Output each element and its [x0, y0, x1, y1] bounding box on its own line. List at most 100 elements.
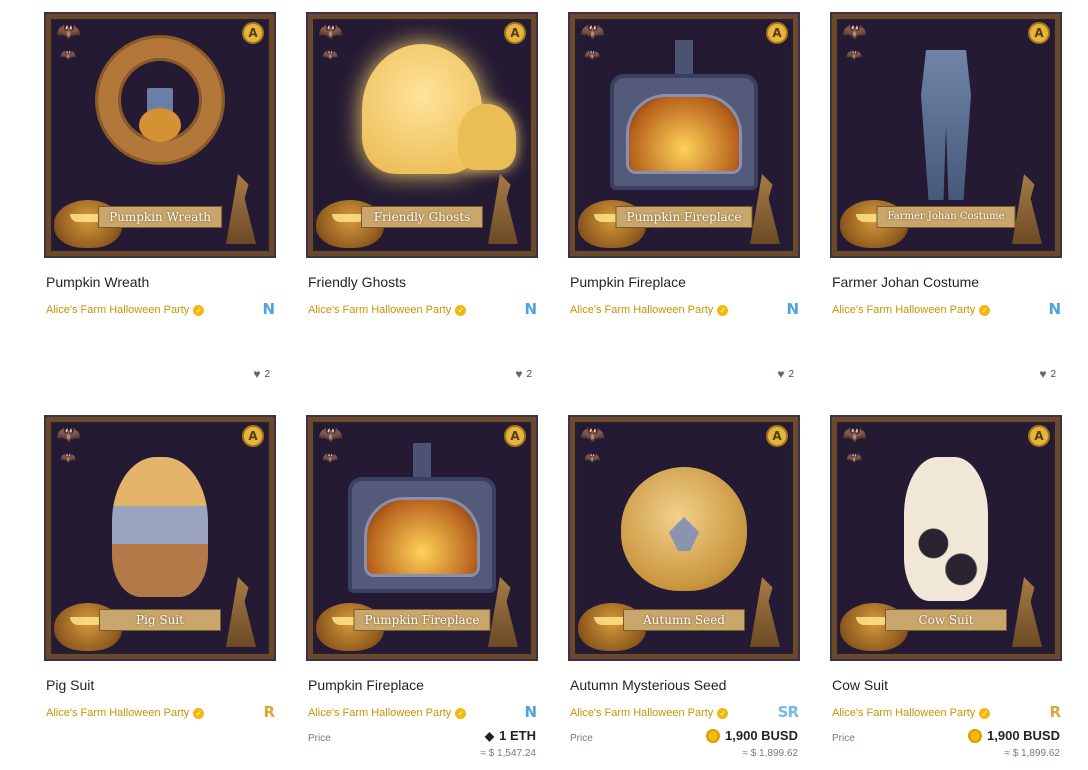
bat-icon: 🦇	[584, 450, 601, 465]
collection-link[interactable]: Alice's Farm Halloween Party ✓	[308, 304, 467, 316]
collection-name: Alice's Farm Halloween Party	[570, 707, 714, 719]
nft-card[interactable]: 🦇 🦇 A Pig Suit Pig Suit Alice's Farm Hal…	[44, 415, 276, 721]
heart-icon: ♥	[777, 367, 785, 381]
like-button[interactable]: ♥ 2	[1039, 368, 1056, 380]
collection-link[interactable]: Alice's Farm Halloween Party ✓	[832, 304, 991, 316]
nft-title[interactable]: Pumpkin Wreath	[46, 274, 149, 290]
like-count: 2	[526, 368, 532, 380]
bat-icon: 🦇	[322, 450, 339, 465]
nft-title[interactable]: Farmer Johan Costume	[832, 274, 979, 290]
price-label: Price	[570, 733, 593, 744]
price-fiat: ≈ $ 1,547.24	[480, 748, 536, 759]
busd-icon	[706, 728, 721, 743]
nft-card[interactable]: 🦇 🦇 A Farmer Johan Costume Farmer Johan …	[830, 12, 1062, 380]
bat-icon: 🦇	[846, 47, 863, 62]
like-button[interactable]: ♥ 2	[515, 368, 532, 380]
bat-icon: 🦇	[842, 21, 867, 43]
price-amount: 1,900 BUSD	[725, 728, 798, 743]
collection-link[interactable]: Alice's Farm Halloween Party ✓	[308, 707, 467, 719]
heart-icon: ♥	[253, 367, 261, 381]
witch-illustration	[226, 174, 256, 244]
nft-artwork[interactable]: 🦇 🦇 A Autumn Seed	[568, 415, 800, 661]
price-fiat: ≈ $ 1,899.62	[1004, 748, 1060, 759]
nft-card[interactable]: 🦇 🦇 A Pumpkin Wreath Pumpkin Wreath Alic…	[44, 12, 276, 380]
nft-title[interactable]: Friendly Ghosts	[308, 274, 406, 290]
price-label: Price	[832, 733, 855, 744]
nft-artwork[interactable]: 🦇 🦇 A Farmer Johan Costume	[830, 12, 1062, 258]
collection-name: Alice's Farm Halloween Party	[570, 304, 714, 316]
bat-icon: 🦇	[846, 450, 863, 465]
nft-title[interactable]: Autumn Mysterious Seed	[570, 677, 726, 693]
bat-icon: 🦇	[60, 450, 77, 465]
collection-link[interactable]: Alice's Farm Halloween Party ✓	[832, 707, 991, 719]
nft-artwork[interactable]: 🦇 🦇 A Cow Suit	[830, 415, 1062, 661]
rarity-badge: N	[1048, 300, 1061, 318]
artwork-banner: Friendly Ghosts	[361, 206, 483, 228]
bat-icon: 🦇	[60, 47, 77, 62]
rarity-badge: SR	[777, 703, 799, 721]
like-button[interactable]: ♥ 2	[777, 368, 794, 380]
collection-name: Alice's Farm Halloween Party	[46, 304, 190, 316]
alice-coin-icon: A	[1028, 22, 1050, 44]
witch-illustration	[750, 577, 780, 647]
bat-icon: 🦇	[842, 424, 867, 446]
artwork-banner: Farmer Johan Costume	[876, 206, 1016, 228]
nft-title[interactable]: Pumpkin Fireplace	[570, 274, 686, 290]
alice-coin-icon: A	[1028, 425, 1050, 447]
like-count: 2	[788, 368, 794, 380]
nft-title[interactable]: Pig Suit	[46, 677, 94, 693]
fire-illustration	[626, 94, 742, 174]
nft-artwork[interactable]: 🦇 🦇 A Pumpkin Fireplace	[306, 415, 538, 661]
price-fiat: ≈ $ 1,899.62	[742, 748, 798, 759]
verified-badge-icon: ✓	[717, 304, 729, 316]
nft-card[interactable]: 🦇 🦇 A Pumpkin Fireplace Pumpkin Fireplac…	[306, 415, 538, 759]
nft-artwork[interactable]: 🦇 🦇 A Friendly Ghosts	[306, 12, 538, 258]
collection-name: Alice's Farm Halloween Party	[832, 304, 976, 316]
verified-badge-icon: ✓	[717, 707, 729, 719]
alice-coin-icon: A	[242, 425, 264, 447]
verified-badge-icon: ✓	[193, 304, 205, 316]
rarity-badge: N	[786, 300, 799, 318]
collection-link[interactable]: Alice's Farm Halloween Party ✓	[46, 707, 205, 719]
bat-icon: 🦇	[56, 21, 81, 43]
collection-name: Alice's Farm Halloween Party	[308, 304, 452, 316]
alice-coin-icon: A	[766, 425, 788, 447]
nft-card[interactable]: 🦇 🦇 A Pumpkin Fireplace Pumpkin Fireplac…	[568, 12, 800, 380]
stove-pipe-illustration	[413, 443, 431, 481]
alice-coin-icon: A	[766, 22, 788, 44]
collection-link[interactable]: Alice's Farm Halloween Party ✓	[46, 304, 205, 316]
collection-name: Alice's Farm Halloween Party	[46, 707, 190, 719]
nft-card[interactable]: 🦇 🦇 A Autumn Seed Autumn Mysterious Seed…	[568, 415, 800, 759]
nft-card[interactable]: 🦇 🦇 A Cow Suit Cow Suit Alice's Farm Hal…	[830, 415, 1062, 759]
nft-card[interactable]: 🦇 🦇 A Friendly Ghosts Friendly Ghosts Al…	[306, 12, 538, 380]
nft-artwork[interactable]: 🦇 🦇 A Pumpkin Wreath	[44, 12, 276, 258]
pig-suit-illustration	[112, 457, 208, 597]
price-value: ◆ 1 ETH	[485, 728, 536, 743]
nft-artwork[interactable]: 🦇 🦇 A Pig Suit	[44, 415, 276, 661]
like-button[interactable]: ♥ 2	[253, 368, 270, 380]
price-amount: 1 ETH	[499, 728, 536, 743]
witch-illustration	[1012, 577, 1042, 647]
verified-badge-icon: ✓	[455, 707, 467, 719]
price-amount: 1,900 BUSD	[987, 728, 1060, 743]
rarity-badge: R	[1049, 703, 1061, 721]
collection-link[interactable]: Alice's Farm Halloween Party ✓	[570, 707, 729, 719]
verified-badge-icon: ✓	[455, 304, 467, 316]
nft-title[interactable]: Pumpkin Fireplace	[308, 677, 424, 693]
alice-coin-icon: A	[504, 425, 526, 447]
artwork-banner: Pumpkin Fireplace	[353, 609, 491, 631]
verified-badge-icon: ✓	[979, 304, 991, 316]
verified-badge-icon: ✓	[979, 707, 991, 719]
fire-illustration	[364, 497, 480, 577]
rarity-badge: N	[262, 300, 275, 318]
like-count: 2	[1050, 368, 1056, 380]
collection-link[interactable]: Alice's Farm Halloween Party ✓	[570, 304, 729, 316]
bat-icon: 🦇	[318, 21, 343, 43]
bat-icon: 🦇	[584, 47, 601, 62]
nft-artwork[interactable]: 🦇 🦇 A Pumpkin Fireplace	[568, 12, 800, 258]
heart-icon: ♥	[1039, 367, 1047, 381]
nft-title[interactable]: Cow Suit	[832, 677, 888, 693]
alice-coin-icon: A	[242, 22, 264, 44]
verified-badge-icon: ✓	[193, 707, 205, 719]
price-value: 1,900 BUSD	[706, 728, 798, 743]
